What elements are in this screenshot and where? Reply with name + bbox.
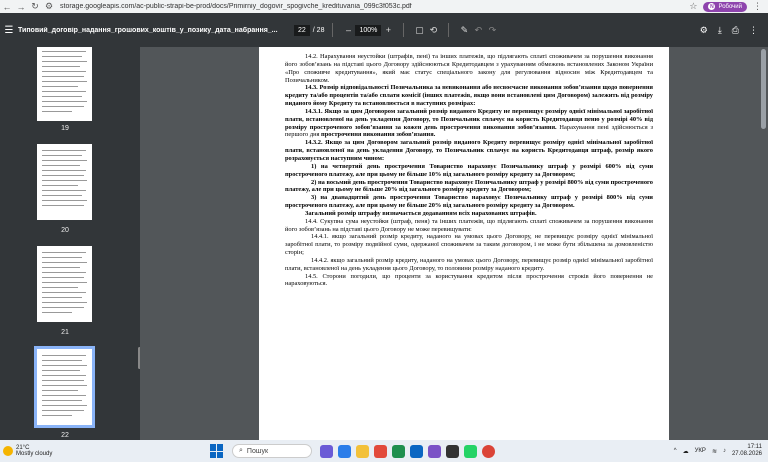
- document-viewport: 14.2. Нарахування неустойки (штрафів, пе…: [141, 47, 768, 440]
- taskbar-search[interactable]: ⌕ Пошук: [232, 444, 312, 458]
- total-pages: / 28: [312, 26, 325, 34]
- settings-icon[interactable]: ⚙: [700, 25, 708, 36]
- paragraph: 14.5. Сторони погодили, що проценти за к…: [285, 272, 653, 288]
- profile-label: Робочий: [718, 3, 742, 10]
- pdf-page: 14.2. Нарахування неустойки (штрафів, пе…: [259, 47, 669, 440]
- page-thumbnail[interactable]: [37, 246, 92, 322]
- app-icon[interactable]: [428, 444, 441, 458]
- windows-taskbar: 21°C Mostly cloudy ⌕ Пошук ^ ☁ УКР ≋ ♪ 17…: [0, 440, 768, 462]
- bookmark-star-icon[interactable]: ☆: [689, 1, 697, 12]
- zoom-input[interactable]: 100%: [355, 24, 382, 36]
- page-thumbnail[interactable]: [37, 144, 92, 220]
- browser-menu-icon[interactable]: ⋮: [753, 1, 762, 12]
- search-icon: ⌕: [239, 447, 243, 454]
- weather-status: Mostly cloudy: [16, 451, 53, 457]
- list-item: 14.4.2. якщо загальний розмір кредиту, н…: [285, 256, 653, 272]
- volume-icon[interactable]: ♪: [723, 448, 726, 454]
- app-icon[interactable]: [392, 444, 405, 458]
- cloud-icon[interactable]: ☁: [683, 448, 689, 455]
- document-title: Типовий_договір_надання_грошових_коштів_…: [18, 26, 278, 34]
- chrome-icon[interactable]: [482, 444, 495, 458]
- page-thumbnail-selected[interactable]: [34, 346, 95, 428]
- weather-widget[interactable]: 21°C Mostly cloudy: [0, 445, 210, 457]
- list-item: 2) на восьмий день прострочення Товарист…: [285, 178, 653, 194]
- thumbnail-page-number: 19: [61, 125, 69, 132]
- toolbar-divider: [403, 23, 405, 37]
- app-icon[interactable]: [446, 444, 459, 458]
- print-icon[interactable]: ⎙: [732, 25, 739, 36]
- download-icon[interactable]: ⤓: [718, 25, 722, 36]
- paragraph: 14.2. Нарахування неустойки (штрафів, пе…: [285, 53, 653, 84]
- page-selector: 22 / 28: [294, 24, 325, 36]
- chevron-up-icon[interactable]: ^: [674, 448, 677, 454]
- list-item: 14.4.1. якщо загальний розмір кредиту, н…: [285, 233, 653, 257]
- thumbnail-sidebar: 19 20 21 22: [0, 47, 140, 440]
- folder-icon[interactable]: [356, 444, 369, 458]
- paragraph: 14.3.2. Якщо за цим Договором загальний …: [285, 139, 653, 162]
- system-tray: ^ ☁ УКР ≋ ♪ 17:11 27.08.2026: [674, 444, 768, 458]
- app-icon[interactable]: [410, 444, 423, 458]
- app-icon[interactable]: [464, 444, 477, 458]
- clock[interactable]: 17:11 27.08.2026: [732, 444, 762, 458]
- document-scrollbar[interactable]: [761, 49, 766, 129]
- thumbnail-page-number: 22: [61, 432, 69, 439]
- current-page-input[interactable]: 22: [294, 24, 310, 36]
- thumbnail-page-number: 21: [61, 329, 69, 336]
- zoom-in-button[interactable]: +: [381, 25, 395, 35]
- forward-icon[interactable]: →: [14, 2, 28, 12]
- language-indicator[interactable]: УКР: [695, 448, 706, 454]
- app-icon[interactable]: [320, 444, 333, 458]
- toolbar-divider: [332, 23, 334, 37]
- pdf-toolbar: ☰ Типовий_договір_надання_грошових_кошті…: [0, 13, 768, 47]
- list-item: 3) на дванадцятий день прострочення Това…: [285, 194, 653, 210]
- toolbar-divider: [448, 23, 450, 37]
- pinned-apps: [320, 444, 495, 458]
- weather-icon: [3, 446, 13, 456]
- list-item: 1) на четвертий день прострочення Товари…: [285, 162, 653, 178]
- paragraph: 14.3. Розмір відповідальності Позичальни…: [285, 84, 653, 108]
- app-icon[interactable]: [374, 444, 387, 458]
- paragraph: 14.4. Сукупна сума неустойки (штраф, пен…: [285, 217, 653, 233]
- thumbnail-page-number: 20: [61, 227, 69, 234]
- profile-avatar: N: [708, 3, 716, 10]
- sidebar-scrollbar[interactable]: [138, 347, 140, 369]
- site-info-icon[interactable]: ⚙: [42, 1, 56, 12]
- annotate-icon[interactable]: ✎: [457, 25, 471, 36]
- start-button[interactable]: [210, 444, 224, 458]
- profile-button[interactable]: N Робочий: [703, 1, 747, 12]
- fit-page-icon[interactable]: ▢: [412, 25, 426, 36]
- paragraph: 14.3.1. Якщо за цим Договором загальний …: [285, 107, 653, 139]
- page-thumbnail[interactable]: [37, 47, 92, 121]
- redo-icon[interactable]: ↷: [485, 25, 499, 36]
- search-placeholder: Пошук: [246, 447, 269, 455]
- paragraph: Загальний розмір штрафу визначається дод…: [305, 209, 537, 217]
- more-options-icon[interactable]: ⋮: [749, 25, 758, 36]
- zoom-out-button[interactable]: –: [341, 25, 355, 35]
- undo-icon[interactable]: ↶: [471, 25, 485, 36]
- reload-icon[interactable]: ↻: [28, 1, 42, 12]
- rotate-icon[interactable]: ⟲: [426, 25, 440, 36]
- back-icon[interactable]: ←: [0, 2, 14, 12]
- url-field[interactable]: storage.googleapis.com/ac-public-strapi-…: [60, 3, 689, 10]
- browser-address-bar: ← → ↻ ⚙ storage.googleapis.com/ac-public…: [0, 0, 768, 13]
- menu-icon[interactable]: ☰: [0, 25, 18, 36]
- wifi-icon[interactable]: ≋: [712, 448, 717, 455]
- app-icon[interactable]: [338, 444, 351, 458]
